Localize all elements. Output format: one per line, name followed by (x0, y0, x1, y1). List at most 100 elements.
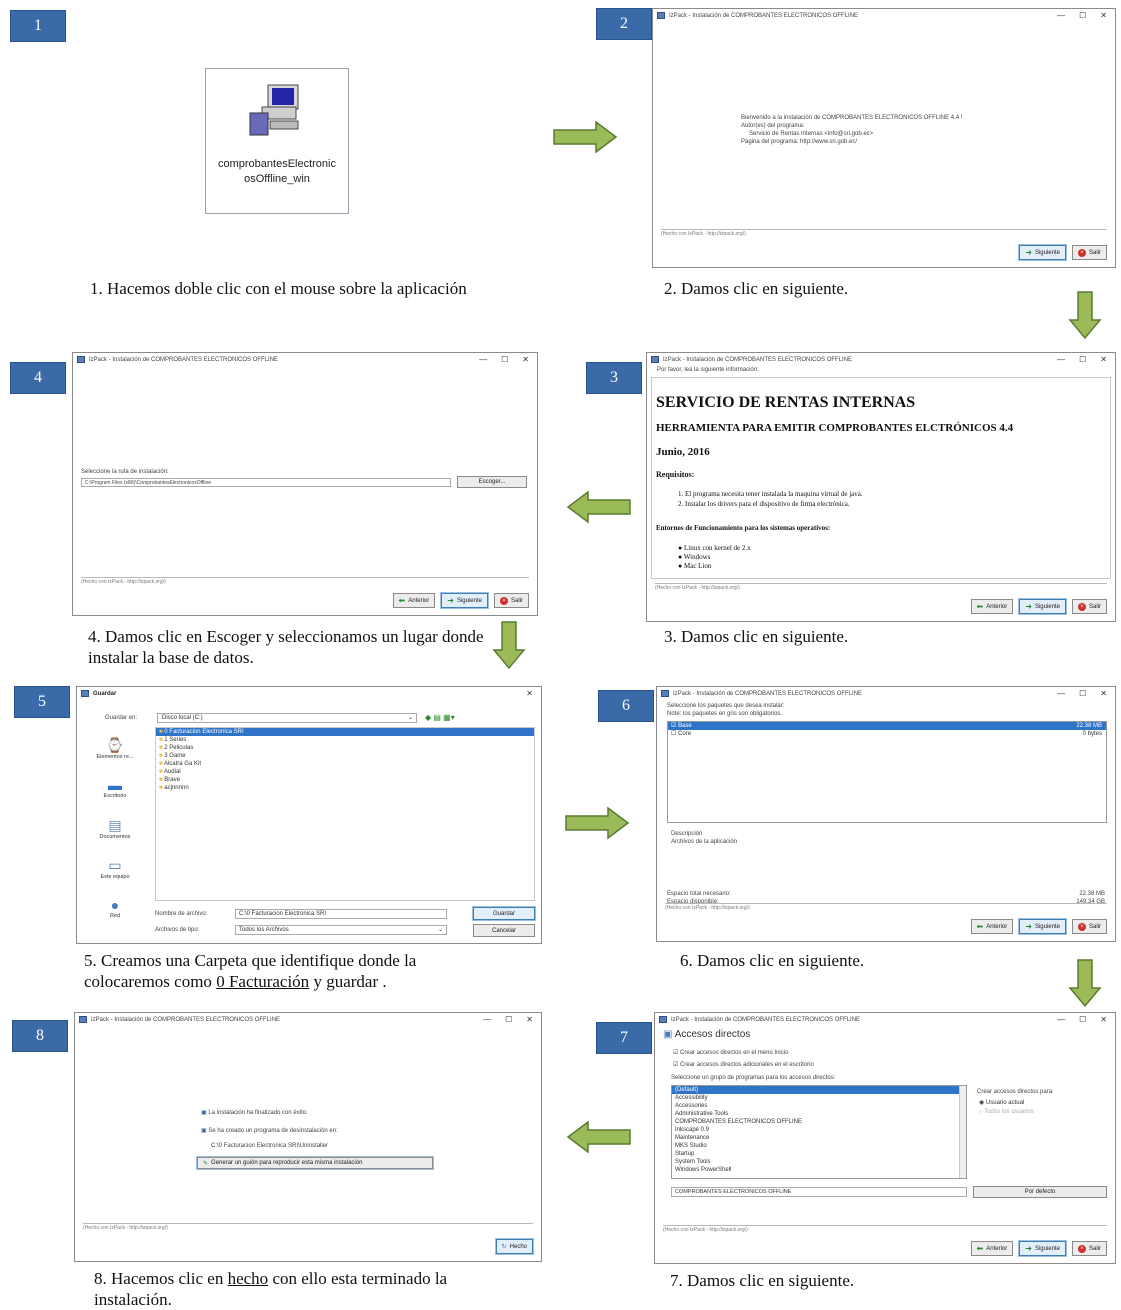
folder-item[interactable]: ■ acjnnnnn (156, 784, 534, 792)
minimize-icon[interactable]: — (1057, 689, 1065, 698)
minimize-icon[interactable]: — (1057, 11, 1065, 20)
close-icon[interactable]: ✕ (526, 689, 533, 698)
all-users-radio[interactable]: ○ Todos los usuarios (979, 1109, 1034, 1115)
group-item[interactable]: (Default) (672, 1086, 966, 1094)
folder-item[interactable]: ■ 0 Facturacion Electronica SRI (156, 728, 534, 736)
place-this-pc[interactable]: ▭ Este equipo (81, 857, 149, 880)
program-group-list[interactable]: (Default) Accessibility Accessories Admi… (671, 1085, 967, 1179)
group-item[interactable]: System Tools (672, 1158, 966, 1166)
finish-success: ▣ La instalación ha finalizado con éxito… (201, 1110, 308, 1116)
info-panel: SERVICIO DE RENTAS INTERNAS HERRAMIENTA … (651, 377, 1111, 579)
checkbox-icon[interactable]: ☑ (671, 723, 676, 729)
group-list-scrollbar[interactable] (959, 1086, 966, 1178)
group-item[interactable]: Inkscape 0.9 (672, 1126, 966, 1134)
folder-item[interactable]: ■ Audial (156, 768, 534, 776)
group-item[interactable]: Accessibility (672, 1094, 966, 1102)
close-icon[interactable]: ✕ (1100, 689, 1107, 698)
arrow-right-icon (565, 806, 630, 840)
close-icon[interactable]: ✕ (526, 1015, 533, 1024)
installer-window-shortcuts: IzPack - Instalación de COMPROBANTES ELE… (654, 1012, 1116, 1264)
group-item[interactable]: Windows PowerShell (672, 1166, 966, 1174)
os-heading: Entornos de Funcionamiento para los sist… (656, 524, 831, 532)
path-input[interactable]: C:\Program Files (x86)\ComprobantesElect… (81, 478, 451, 487)
minimize-icon[interactable]: — (479, 355, 487, 364)
filename-input[interactable]: C:\0 Facturacion Electronica SRI (235, 909, 447, 919)
choose-button[interactable]: Escoger... (457, 476, 527, 488)
group-item[interactable]: Maintenance (672, 1134, 966, 1142)
quit-button[interactable]: × Salir (1071, 245, 1107, 260)
window-title: IzPack - Instalación de COMPROBANTES ELE… (669, 12, 859, 19)
quit-button[interactable]: × Salir (1071, 1241, 1107, 1256)
package-row[interactable]: ☑ Base 22.38 MB (668, 722, 1106, 730)
maximize-icon[interactable]: ☐ (1079, 11, 1086, 20)
maximize-icon[interactable]: ☐ (501, 355, 508, 364)
group-item[interactable]: Startup (672, 1150, 966, 1158)
quit-button[interactable]: × Salir (1071, 919, 1107, 934)
group-item[interactable]: Accessories (672, 1102, 966, 1110)
computer-icon (249, 84, 299, 136)
minimize-icon[interactable]: — (483, 1015, 491, 1024)
start-menu-checkbox[interactable]: ☑ Crear accesos directos en el menú Inic… (673, 1049, 788, 1056)
folder-item[interactable]: ■ Brave (156, 776, 534, 784)
place-recent[interactable]: ⌚ Elementos re... (81, 737, 149, 760)
made-with-footer: (Hecho con IzPack - http://izpack.org/) (83, 1223, 533, 1231)
cancel-button[interactable]: Cancelar (473, 924, 535, 937)
close-icon[interactable]: ✕ (522, 355, 529, 364)
quit-button[interactable]: × Salir (1071, 599, 1107, 614)
stop-icon: × (1077, 922, 1086, 931)
quit-button[interactable]: × Salir (493, 593, 529, 608)
next-button[interactable]: ➜ Siguiente (1018, 918, 1067, 935)
installer-window-finish: IzPack - Instalación de COMPROBANTES ELE… (74, 1012, 542, 1262)
group-item[interactable]: Administrative Tools (672, 1110, 966, 1118)
folder-item[interactable]: ■ 1 Series (156, 736, 534, 744)
toolbar-icons[interactable]: ◆ ▤ ▦▾ (425, 713, 455, 722)
arrow-left-icon (566, 1120, 631, 1154)
previous-button[interactable]: ⬅ Anterior (392, 593, 436, 608)
package-row[interactable]: ☐ Core 0 bytes (668, 730, 1106, 738)
place-network[interactable]: ● Red (81, 897, 149, 919)
arrow-right-icon (553, 120, 618, 154)
stop-icon: × (1077, 1244, 1086, 1253)
installer-file-icon[interactable]: comprobantesElectronicosOffline_win (205, 68, 349, 214)
generate-script-button[interactable]: ✎ Generar un guión para reproducir esta m… (196, 1156, 434, 1170)
previous-button[interactable]: ⬅ Anterior (970, 919, 1014, 934)
close-icon[interactable]: ✕ (1100, 355, 1107, 364)
app-icon (657, 12, 665, 19)
default-button[interactable]: Por defecto (973, 1186, 1107, 1198)
next-button[interactable]: ➜ Siguiente (440, 592, 489, 609)
finish-uninstaller: ▣ Se ha creado un programa de desinstala… (201, 1128, 338, 1134)
back-arrow-icon: ⬅ (976, 922, 984, 931)
current-user-radio[interactable]: ◉ Usuario actual (979, 1099, 1024, 1106)
next-button[interactable]: ➜ Siguiente (1018, 1240, 1067, 1257)
next-button[interactable]: ➜ Siguiente (1018, 244, 1067, 261)
maximize-icon[interactable]: ☐ (1079, 1015, 1086, 1024)
maximize-icon[interactable]: ☐ (505, 1015, 512, 1024)
maximize-icon[interactable]: ☐ (1079, 355, 1086, 364)
close-icon[interactable]: ✕ (1100, 1015, 1107, 1024)
done-button[interactable]: ↻ Hecho (494, 1238, 535, 1255)
previous-button[interactable]: ⬅ Anterior (970, 1241, 1014, 1256)
close-icon[interactable]: ✕ (1100, 11, 1107, 20)
save-in-select[interactable]: Disco local (C:) ⌄ (157, 713, 417, 723)
next-button[interactable]: ➜ Siguiente (1018, 598, 1067, 615)
checkbox-icon[interactable]: ☐ (671, 731, 676, 737)
minimize-icon[interactable]: — (1057, 1015, 1065, 1024)
filetype-select[interactable]: Todos los Archivos ⌄ (235, 925, 447, 935)
group-name-input[interactable]: COMPROBANTES ELECTRONICOS OFFLINE (671, 1187, 967, 1197)
place-documents[interactable]: ▤ Documentos (81, 817, 149, 840)
group-item[interactable]: MKS Studio (672, 1142, 966, 1150)
previous-button[interactable]: ⬅ Anterior (970, 599, 1014, 614)
folder-item[interactable]: ■ 2 Peliculas (156, 744, 534, 752)
packages-list[interactable]: ☑ Base 22.38 MB ☐ Core 0 bytes (667, 721, 1107, 823)
desktop-checkbox[interactable]: ☑ Crear accesos directos adicionales en … (673, 1061, 814, 1068)
save-dialog: Guardar ✕ Guardar en: Disco local (C:) ⌄ ◆… (76, 686, 542, 944)
minimize-icon[interactable]: — (1057, 355, 1065, 364)
file-list[interactable]: ■ 0 Facturacion Electronica SRI ■ 1 Seri… (155, 727, 535, 901)
group-item[interactable]: COMPROBANTES ELECTRONICOS OFFLINE (672, 1118, 966, 1126)
place-desktop[interactable]: ▬ Escritorio (81, 777, 149, 799)
maximize-icon[interactable]: ☐ (1079, 689, 1086, 698)
caption-step-3: 3. Damos clic en siguiente. (664, 627, 849, 646)
save-button[interactable]: Guardar (472, 906, 536, 921)
folder-item[interactable]: ■ 3 Game (156, 752, 534, 760)
folder-item[interactable]: ■ Alcatra Ga Kit (156, 760, 534, 768)
